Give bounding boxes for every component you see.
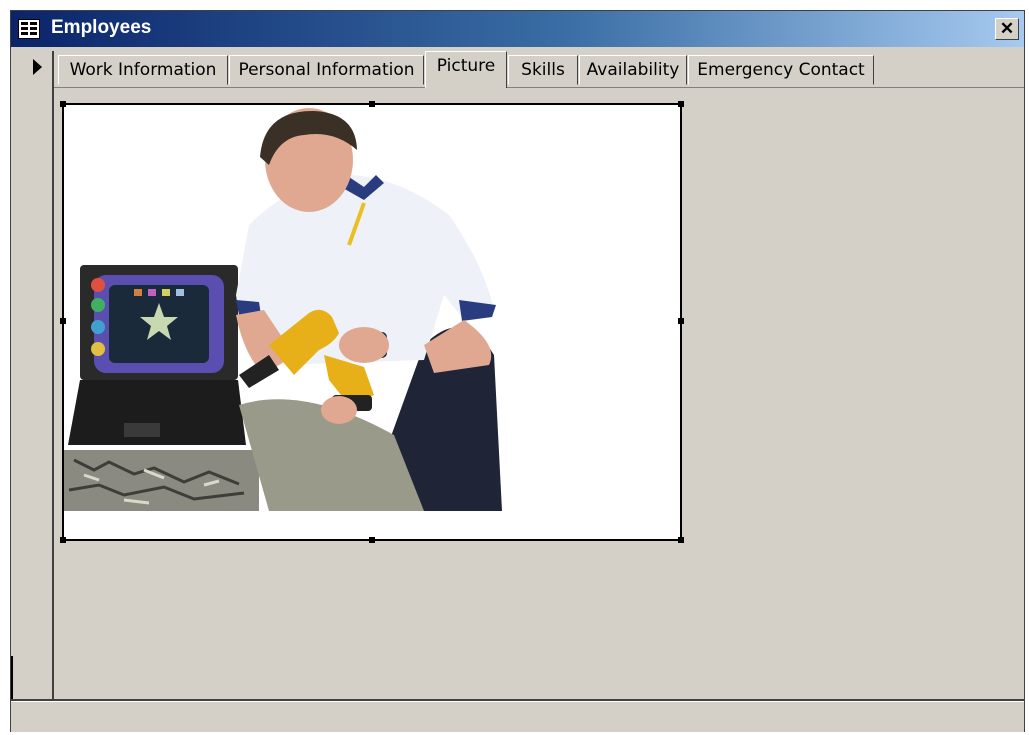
record-selector[interactable] [20,51,54,701]
tab-strip: Work Information Personal Information Pi… [54,51,1024,88]
resize-handle[interactable] [60,537,66,543]
resize-handle[interactable] [678,318,684,324]
form-area: Work Information Personal Information Pi… [54,51,1024,701]
employees-window: Employees ✕ Work Information Personal In… [10,10,1025,732]
resize-handle[interactable] [60,318,66,324]
tab-work-information[interactable]: Work Information [58,55,228,85]
form-icon [18,19,40,39]
window-title: Employees [51,17,152,38]
employee-picture-frame[interactable] [60,101,684,543]
tab-emergency-contact[interactable]: Emergency Contact [688,55,874,85]
close-button[interactable]: ✕ [995,18,1019,40]
resize-handle[interactable] [60,101,66,107]
current-record-arrow-icon [33,59,42,75]
tab-skills[interactable]: Skills [508,55,578,85]
tab-availability[interactable]: Availability [579,55,687,85]
tab-picture[interactable]: Picture [425,51,507,88]
resize-handle[interactable] [678,101,684,107]
employee-photo [64,108,502,511]
tab-personal-information[interactable]: Personal Information [229,55,424,85]
resize-handle[interactable] [369,537,375,543]
resize-handle[interactable] [369,101,375,107]
resize-handle[interactable] [678,537,684,543]
title-bar[interactable]: Employees ✕ [11,11,1024,47]
status-bar [11,701,1024,732]
